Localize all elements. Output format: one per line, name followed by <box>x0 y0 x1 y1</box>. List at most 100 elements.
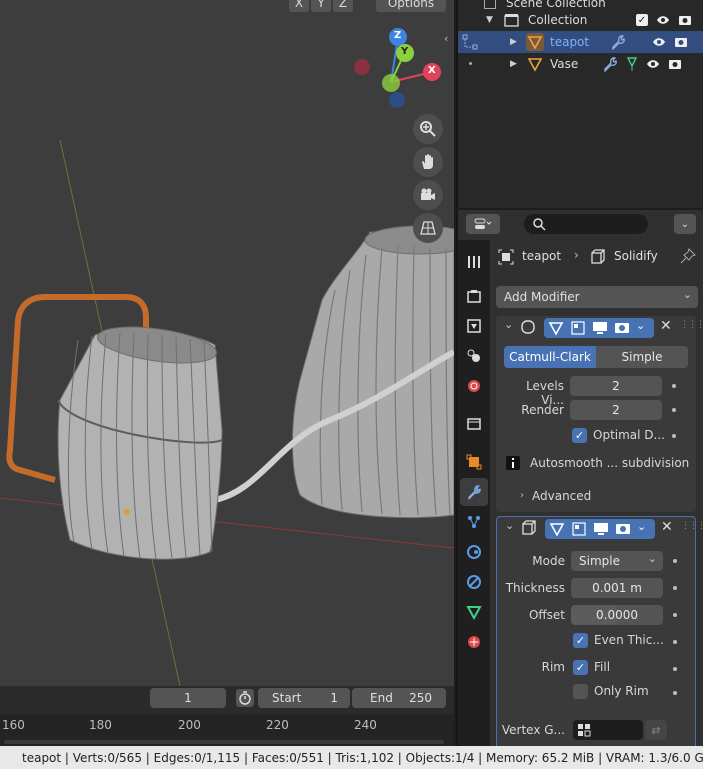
outliner[interactable]: Scene Collection ▼ Collection ✓ ▶ teapot… <box>456 0 703 208</box>
properties-search-input[interactable] <box>524 214 648 234</box>
even-thickness-checkbox[interactable]: ✓ <box>573 633 588 648</box>
axis-z-toggle[interactable]: Z <box>333 0 353 12</box>
on-cage-icon[interactable] <box>548 320 564 336</box>
keyframe-dot-icon[interactable] <box>673 691 677 695</box>
wrench-modifier-icon[interactable] <box>610 34 626 50</box>
eye-icon[interactable] <box>646 58 660 70</box>
keyframe-dot-icon[interactable] <box>672 434 676 438</box>
keyframe-dot-icon[interactable] <box>673 559 677 563</box>
particles-icon <box>468 516 480 528</box>
chevron-right-icon[interactable]: › <box>520 490 524 501</box>
collapse-chevron-icon[interactable]: ⌄ <box>505 519 514 532</box>
timeline-scrollbar[interactable] <box>4 740 444 744</box>
close-icon[interactable]: ✕ <box>661 519 673 535</box>
sidebar-toggle-icon[interactable]: ‹ <box>444 32 454 46</box>
tab-scene[interactable] <box>460 372 488 400</box>
current-frame-field[interactable]: 1 <box>150 688 226 708</box>
tab-object[interactable] <box>460 448 488 476</box>
rim-fill-checkbox[interactable]: ✓ <box>573 660 588 675</box>
keyframe-dot-icon[interactable] <box>673 613 677 617</box>
render-camera-icon[interactable] <box>614 320 630 336</box>
dropdown-chevron-icon[interactable]: ⌄ <box>637 520 646 533</box>
axis-y-toggle[interactable]: Y <box>311 0 331 12</box>
options-chevron-button[interactable]: ⌄ <box>674 214 696 234</box>
keyframe-dot-icon[interactable] <box>672 408 676 412</box>
render-camera-icon[interactable] <box>674 36 688 48</box>
perspective-grid-icon[interactable] <box>413 213 443 243</box>
keyframe-dot-icon[interactable] <box>673 667 677 671</box>
add-modifier-dropdown[interactable]: Add Modifier ⌄ <box>496 286 698 308</box>
thickness-field[interactable]: 0.001 m <box>571 578 663 598</box>
edit-mode-icon[interactable] <box>570 320 586 336</box>
catmull-clark-option[interactable]: Catmull-Clark <box>504 346 596 368</box>
zoom-icon[interactable] <box>413 114 443 144</box>
vertex-group-field[interactable] <box>573 720 643 740</box>
mode-dropdown[interactable]: Simple ⌄ <box>571 551 663 571</box>
editor-type-dropdown[interactable] <box>466 214 500 234</box>
realtime-display-icon[interactable] <box>592 320 608 336</box>
collapse-chevron-icon[interactable]: ⌄ <box>504 318 513 331</box>
realtime-display-icon[interactable] <box>593 521 609 537</box>
tab-modifiers[interactable] <box>460 478 488 506</box>
dropdown-chevron-icon[interactable]: ⌄ <box>636 319 645 332</box>
drag-handle-icon[interactable]: ⋮⋮⋮ <box>680 320 703 330</box>
tab-data[interactable] <box>460 598 488 626</box>
timeline[interactable]: 1 Start 1 End 250 160 180 200 220 240 <box>0 686 454 746</box>
wrench-modifier-icon[interactable] <box>602 56 618 72</box>
tab-particles[interactable] <box>460 508 488 536</box>
vertex-group-icon[interactable] <box>626 56 638 72</box>
outliner-item-vase[interactable]: ▶ Vase <box>458 53 703 75</box>
offset-slider[interactable]: 0.0000 <box>571 605 663 625</box>
subdivision-modifier-panel[interactable]: ⌄ ⌄ ✕ ⋮⋮⋮ Catmull-Clark Simple Levels Vi… <box>496 316 703 512</box>
camera-view-icon[interactable] <box>413 180 443 210</box>
axis-x-toggle[interactable]: X <box>289 0 309 12</box>
render-camera-icon[interactable] <box>678 14 692 26</box>
properties-editor[interactable]: ⌄ teapot › Solidify Add Modifier ⌄ ⌄ ⌄ ✕… <box>456 210 703 746</box>
gizmo-x-label[interactable]: X <box>428 65 436 76</box>
outliner-item-teapot[interactable]: ▶ teapot <box>458 31 703 53</box>
tab-render[interactable] <box>460 282 488 310</box>
gizmo-y-label[interactable]: Y <box>401 46 408 57</box>
levels-viewport-field[interactable]: 2 <box>570 376 662 396</box>
tab-material[interactable] <box>460 628 488 656</box>
drag-handle-icon[interactable]: ⋮⋮⋮ <box>681 521 703 531</box>
3d-viewport[interactable]: X Y Z Options ‹ Z Y X <box>0 0 454 686</box>
optimal-display-label: Optimal D... <box>593 428 665 442</box>
render-camera-icon[interactable] <box>668 58 682 70</box>
pin-icon[interactable] <box>680 248 696 264</box>
simple-option[interactable]: Simple <box>596 346 688 368</box>
keyframe-dot-icon[interactable] <box>673 586 677 590</box>
edit-mode-icon[interactable] <box>571 521 587 537</box>
tab-output[interactable] <box>460 312 488 340</box>
stopwatch-icon[interactable] <box>236 689 254 707</box>
start-frame-field[interactable]: Start 1 <box>258 688 350 708</box>
tab-view-layer[interactable] <box>460 342 488 370</box>
tab-world[interactable] <box>460 410 488 438</box>
tab-constraints[interactable] <box>460 568 488 596</box>
expand-right-icon[interactable]: ▶ <box>510 59 517 69</box>
eye-icon[interactable] <box>656 14 670 26</box>
keyframe-dot-icon[interactable] <box>673 640 677 644</box>
render-levels-field[interactable]: 2 <box>570 400 662 420</box>
keyframe-dot-icon[interactable] <box>672 384 676 388</box>
optimal-display-checkbox[interactable]: ✓ <box>572 428 587 443</box>
collection-exclude-checkbox[interactable]: ✓ <box>636 14 648 26</box>
tab-tool[interactable] <box>460 248 488 276</box>
on-cage-icon[interactable] <box>549 521 565 537</box>
end-frame-field[interactable]: End 250 <box>352 688 446 708</box>
invert-arrows-icon[interactable]: ⇄ <box>645 720 667 740</box>
expand-down-icon[interactable]: ▼ <box>486 15 493 25</box>
close-icon[interactable]: ✕ <box>660 318 672 334</box>
tab-physics[interactable] <box>460 538 488 566</box>
expand-right-icon[interactable]: ▶ <box>510 37 517 47</box>
advanced-subpanel[interactable]: Advanced <box>532 489 591 503</box>
eye-icon[interactable] <box>652 36 666 48</box>
timeline-ruler[interactable]: 160 180 200 220 240 <box>0 714 454 746</box>
render-camera-icon[interactable] <box>615 521 631 537</box>
pan-hand-icon[interactable] <box>413 147 443 177</box>
options-dropdown[interactable]: Options <box>376 0 446 12</box>
outliner-collection[interactable]: ▼ Collection ✓ <box>458 9 703 31</box>
solidify-modifier-panel[interactable]: ⌄ ⌄ ✕ ⋮⋮⋮ Mode Simple ⌄ Thickness 0.001 … <box>496 516 703 746</box>
gizmo-z-label[interactable]: Z <box>394 30 401 41</box>
only-rim-checkbox[interactable] <box>573 684 588 699</box>
